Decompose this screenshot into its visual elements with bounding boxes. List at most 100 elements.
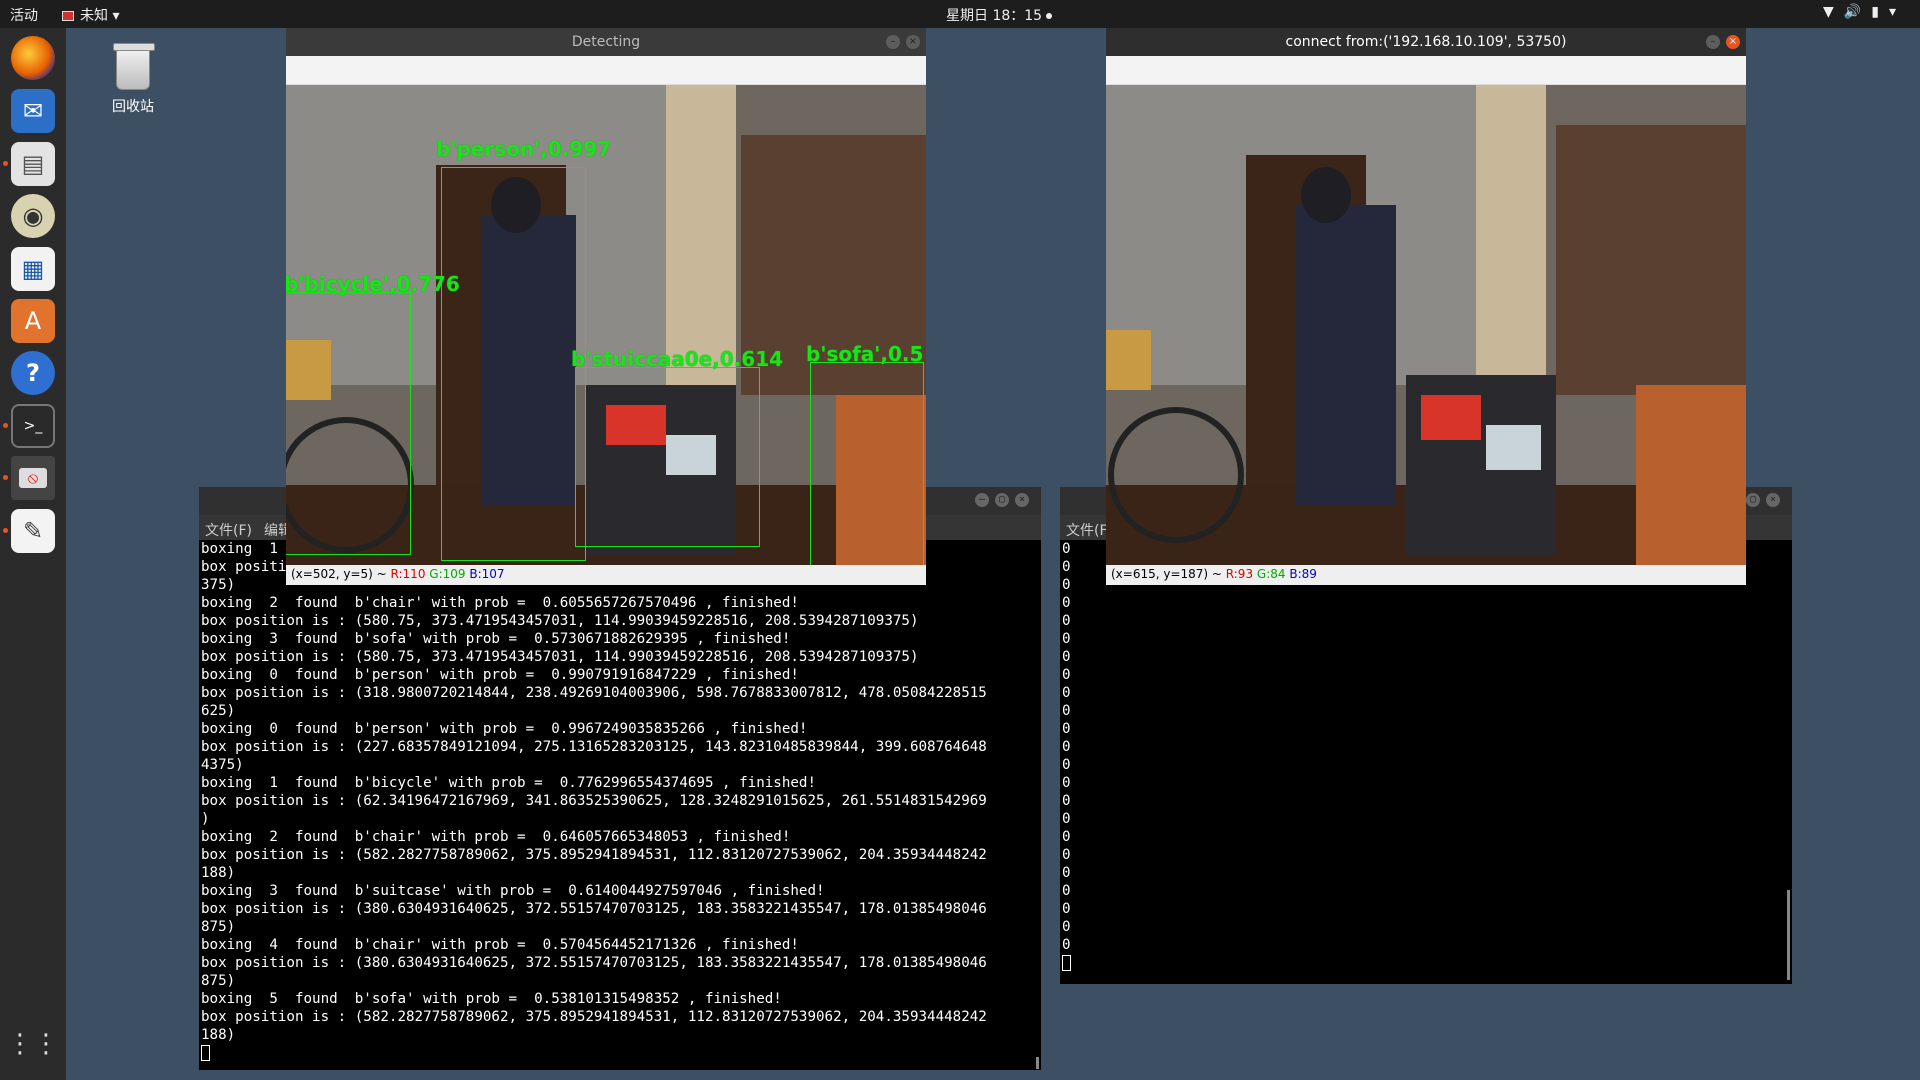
window-titlebar[interactable]: Detecting – × [286, 28, 926, 56]
window-titlebar[interactable]: connect from:('192.168.10.109', 53750) –… [1106, 28, 1746, 56]
dock: ✉ ▤ ◉ ▦ A ? >_ ⦸ ✎ ⋮⋮ [0, 28, 66, 1080]
terminal-line: 0 [1062, 595, 1071, 611]
maximize-button[interactable]: ▢ [995, 493, 1009, 507]
terminal-scrollbar[interactable] [1036, 1057, 1039, 1069]
pixel-status-bar: (x=502, y=5) ~ R:110 G:109 B:107 [286, 565, 926, 585]
pixel-g: G:109 [429, 567, 466, 581]
help-icon[interactable]: ? [11, 351, 55, 395]
detection-label-bicycle: b'bicycle',0.776 [286, 272, 460, 296]
terminal-line: box position is : (582.2827758789062, 37… [201, 847, 987, 863]
camera-frame[interactable] [1106, 85, 1746, 565]
pixel-r: R:93 [1225, 567, 1254, 581]
pixel-status-bar: (x=615, y=187) ~ R:93 G:84 B:89 [1106, 565, 1746, 585]
stop-app-icon[interactable]: ⦸ [11, 456, 55, 500]
pixel-g: G:84 [1256, 567, 1286, 581]
battery-icon: ▮ [1871, 4, 1889, 20]
terminal-output[interactable]: 00000000000000000000000 [1062, 540, 1782, 972]
trash-label: 回收站 [112, 99, 154, 115]
camera-frame[interactable]: b'person',0.997 b'bicycle',0.776 b'stuic… [286, 85, 926, 565]
image-toolbar [286, 56, 926, 85]
system-tray[interactable]: ▼🔊▮▾ [1823, 4, 1906, 20]
running-indicator [3, 161, 8, 166]
software-center-icon[interactable]: A [11, 299, 55, 343]
terminal-line: box position is : (380.6304931640625, 37… [201, 955, 987, 971]
terminal-line: box position is : (62.34196472167969, 34… [201, 793, 987, 809]
detection-label-suitcase: b'stuiccaa0e,0.614 [571, 347, 784, 371]
text-editor-icon[interactable]: ✎ [11, 509, 55, 553]
terminal-output[interactable]: boxing 1box positi 86273193359375)boxing… [201, 540, 1031, 1062]
network-icon: ▼ [1823, 4, 1844, 20]
terminal-line: 875) [201, 973, 236, 989]
tray-menu-icon: ▾ [1888, 4, 1906, 20]
activities-button[interactable]: 活动 [10, 5, 38, 25]
terminal-line: 0 [1062, 703, 1071, 719]
terminal-line: 0 [1062, 937, 1071, 953]
minimize-button[interactable]: – [886, 35, 900, 49]
detection-box-suitcase [575, 367, 760, 547]
menu-file[interactable]: 文件(F [1066, 523, 1108, 539]
terminal-line: 0 [1062, 901, 1071, 917]
rhythmbox-icon[interactable]: ◉ [11, 194, 55, 238]
pixel-r: R:110 [390, 567, 426, 581]
terminal-line: 625) [201, 703, 236, 719]
trash-desktop-icon[interactable]: 回收站 [105, 43, 161, 116]
terminal-line: boxing 5 found b'sofa' with prob = 0.538… [201, 991, 782, 1007]
app-menu-icon [62, 11, 74, 21]
terminal-line: 0 [1062, 829, 1071, 845]
clock[interactable]: 星期日 18：15 [946, 5, 1053, 25]
minimize-button[interactable]: – [1706, 35, 1720, 49]
terminal-line: 0 [1062, 667, 1071, 683]
trash-icon [113, 43, 155, 90]
terminal-line: boxing 3 found b'suitcase' with prob = 0… [201, 883, 825, 899]
close-button[interactable]: × [1726, 35, 1740, 49]
window-title: connect from:('192.168.10.109', 53750) [1285, 34, 1567, 50]
image-toolbar [1106, 56, 1746, 85]
detection-box-person [441, 167, 586, 561]
terminal-icon[interactable]: >_ [11, 404, 55, 448]
minimize-button[interactable]: – [975, 493, 989, 507]
terminal-line: 0 [1062, 811, 1071, 827]
terminal-line: 0 [1062, 631, 1071, 647]
terminal-line: 188) [201, 1027, 236, 1043]
app-menu[interactable]: 未知 ▾ [62, 5, 119, 25]
terminal-line: 0 [1062, 793, 1071, 809]
detection-label-person: b'person',0.997 [436, 137, 612, 161]
terminal-cursor [201, 1045, 210, 1061]
files-icon[interactable]: ▤ [11, 142, 55, 186]
detection-box-sofa [810, 362, 924, 565]
close-button[interactable]: × [1766, 493, 1780, 507]
terminal-line: boxing 3 found b'sofa' with prob = 0.573… [201, 631, 791, 647]
terminal-line: 188) [201, 865, 236, 881]
close-button[interactable]: × [1015, 493, 1029, 507]
show-apps-icon[interactable]: ⋮⋮ [7, 1022, 59, 1066]
terminal-line: 0 [1062, 739, 1071, 755]
terminal-line: 0 [1062, 847, 1071, 863]
thunderbird-icon[interactable]: ✉ [11, 89, 55, 133]
detecting-window[interactable]: Detecting – × b'person',0.997 b'bicycle'… [286, 28, 926, 585]
top-bar: 活动 未知 ▾ 星期日 18：15 ▼🔊▮▾ [0, 0, 1920, 28]
terminal-line: box position is : (380.6304931640625, 37… [201, 901, 987, 917]
terminal-prompt[interactable] [201, 1044, 1031, 1062]
window-title: Detecting [571, 34, 641, 50]
stream-window[interactable]: connect from:('192.168.10.109', 53750) –… [1106, 28, 1746, 585]
maximize-button[interactable]: ▢ [1746, 493, 1760, 507]
detection-label-sofa: b'sofa',0.5 [806, 342, 924, 366]
menu-file[interactable]: 文件(F) [205, 523, 252, 539]
terminal-line: boxing 2 found b'chair' with prob = 0.60… [201, 595, 799, 611]
terminal-line: 4375) [201, 757, 244, 773]
terminal-line: boxing 0 found b'person' with prob = 0.9… [201, 667, 799, 683]
pixel-coords: (x=502, y=5) ~ [291, 567, 391, 581]
terminal-line: 0 [1062, 919, 1071, 935]
volume-icon: 🔊 [1843, 4, 1872, 20]
terminal-scrollbar[interactable] [1787, 890, 1790, 980]
libreoffice-writer-icon[interactable]: ▦ [11, 247, 55, 291]
running-indicator [3, 475, 8, 480]
firefox-icon[interactable] [11, 36, 55, 80]
terminal-line: box position is : (227.68357849121094, 2… [201, 739, 987, 755]
pixel-coords: (x=615, y=187) ~ [1111, 567, 1226, 581]
terminal-line: 0 [1062, 775, 1071, 791]
terminal-line: ) [201, 811, 210, 827]
close-button[interactable]: × [906, 35, 920, 49]
terminal-line: boxing 2 found b'chair' with prob = 0.64… [201, 829, 791, 845]
terminal-prompt[interactable] [1062, 954, 1782, 972]
